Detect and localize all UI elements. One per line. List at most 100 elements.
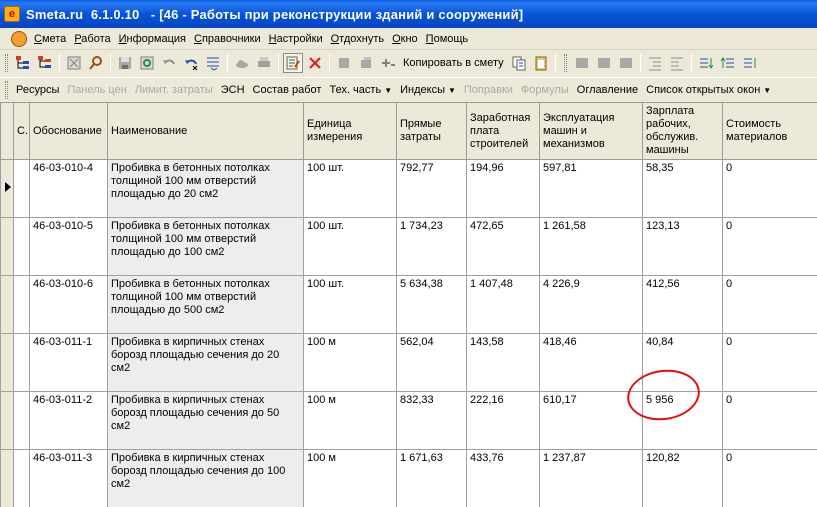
delete-icon[interactable] (305, 53, 325, 73)
cell-name[interactable]: Пробивка в кирпичных стенах борозд площа… (107, 449, 304, 507)
cell-wages[interactable]: 222,16 (466, 391, 540, 450)
tech-part-dropdown[interactable]: Тех. часть ▼ (325, 80, 396, 101)
cell-direct-costs[interactable]: 562,04 (396, 333, 467, 392)
cell-s[interactable] (13, 217, 30, 276)
cell-unit[interactable]: 100 м (303, 391, 397, 450)
paste-icon[interactable] (531, 53, 551, 73)
row-indicator[interactable] (0, 275, 14, 334)
cell-wages[interactable]: 1 407,48 (466, 275, 540, 334)
cell-basis[interactable]: 46-03-011-1 (29, 333, 108, 392)
menu-rabota[interactable]: Работа (70, 29, 114, 49)
corrections-button[interactable]: Поправки (460, 80, 517, 100)
cell-machines[interactable]: 597,81 (539, 159, 643, 218)
cell-direct-costs[interactable]: 792,77 (396, 159, 467, 218)
rates-grid[interactable]: С. Обоснование Наименование Единица изме… (0, 102, 817, 507)
cell-direct-costs[interactable]: 5 634,38 (396, 275, 467, 334)
cell-wages[interactable]: 143,58 (466, 333, 540, 392)
menu-spravochniki[interactable]: Справочники (190, 29, 265, 49)
column-header-direct-costs[interactable]: Прямые затраты (396, 102, 467, 160)
menu-pomosch[interactable]: Помощь (422, 29, 473, 49)
cell-materials[interactable]: 0 (722, 449, 817, 507)
row-indicator[interactable] (0, 449, 14, 507)
cell-s[interactable] (13, 449, 30, 507)
cell-machines[interactable]: 418,46 (539, 333, 643, 392)
menu-nastroyki[interactable]: Настройки (265, 29, 327, 49)
cell-unit[interactable]: 100 шт. (303, 159, 397, 218)
cell-unit[interactable]: 100 шт. (303, 275, 397, 334)
table-row[interactable]: 46-03-010-5 Пробивка в бетонных потолках … (0, 217, 817, 276)
menu-okno[interactable]: Окно (388, 29, 422, 49)
cell-materials[interactable]: 0 (722, 159, 817, 218)
copy-to-estimate-button[interactable]: Копировать в смету (399, 53, 508, 73)
cell-machine-wages[interactable]: 123,13 (642, 217, 723, 276)
app-logo-icon[interactable]: e (4, 6, 20, 22)
cell-basis[interactable]: 46-03-010-5 (29, 217, 108, 276)
table-row[interactable]: 46-03-011-3 Пробивка в кирпичных стенах б… (0, 449, 817, 507)
list-arrow-icon[interactable] (203, 53, 223, 73)
esn-button[interactable]: ЭСН (217, 80, 249, 100)
row-indicator[interactable] (0, 391, 14, 450)
table-row[interactable]: 46-03-011-2 Пробивка в кирпичных стенах б… (0, 391, 817, 450)
cell-machines[interactable]: 4 226,9 (539, 275, 643, 334)
layout-3-icon[interactable] (616, 53, 636, 73)
tree-expand-icon[interactable] (35, 53, 55, 73)
cell-machine-wages[interactable]: 412,56 (642, 275, 723, 334)
cell-direct-costs[interactable]: 1 671,63 (396, 449, 467, 507)
undo-cancel-icon[interactable] (181, 53, 201, 73)
cell-basis[interactable]: 46-03-010-4 (29, 159, 108, 218)
cell-basis[interactable]: 46-03-010-6 (29, 275, 108, 334)
cell-s[interactable] (13, 391, 30, 450)
close-doc-icon[interactable] (64, 53, 84, 73)
menu-informatsiya[interactable]: Информация (115, 29, 190, 49)
document-icon[interactable] (11, 30, 27, 47)
resources-button[interactable]: Ресурсы (12, 80, 63, 100)
cell-machine-wages[interactable]: 5 956 (642, 391, 723, 450)
printer-icon[interactable] (254, 53, 274, 73)
cell-unit[interactable]: 100 шт. (303, 217, 397, 276)
copy-icon[interactable] (509, 53, 529, 73)
cell-direct-costs[interactable]: 832,33 (396, 391, 467, 450)
cell-name[interactable]: Пробивка в бетонных потолках толщиной 10… (107, 159, 304, 218)
cell-s[interactable] (13, 159, 30, 218)
limit-costs-button[interactable]: Лимит. затраты (131, 80, 217, 100)
menu-smeta[interactable]: Смета (30, 29, 70, 49)
column-header-basis[interactable]: Обоснование (29, 102, 108, 160)
column-header-machines[interactable]: Эксплуатация машин и механизмов (539, 102, 643, 160)
column-header-name[interactable]: Наименование (107, 102, 304, 160)
cell-machines[interactable]: 1 261,58 (539, 217, 643, 276)
cloud-icon[interactable] (232, 53, 252, 73)
cell-machine-wages[interactable]: 120,82 (642, 449, 723, 507)
tree-icon[interactable] (13, 53, 33, 73)
cell-machine-wages[interactable]: 40,84 (642, 333, 723, 392)
cell-name[interactable]: Пробивка в бетонных потолках толщиной 10… (107, 275, 304, 334)
cell-unit[interactable]: 100 м (303, 333, 397, 392)
row-indicator[interactable] (0, 217, 14, 276)
cell-name[interactable]: Пробивка в кирпичных стенах борозд площа… (107, 391, 304, 450)
undo-icon[interactable] (159, 53, 179, 73)
cell-wages[interactable]: 194,96 (466, 159, 540, 218)
work-composition-button[interactable]: Состав работ (249, 80, 326, 100)
toolbar-grip[interactable] (5, 81, 8, 99)
column-header-unit[interactable]: Единица измерения (303, 102, 397, 160)
move-down-icon[interactable] (696, 53, 716, 73)
cell-direct-costs[interactable]: 1 734,23 (396, 217, 467, 276)
cell-materials[interactable]: 0 (722, 391, 817, 450)
plus-minus-icon[interactable] (378, 53, 398, 73)
layout-2-icon[interactable] (594, 53, 614, 73)
toolbar-grip[interactable] (5, 54, 8, 72)
cell-machines[interactable]: 610,17 (539, 391, 643, 450)
open-windows-dropdown[interactable]: Список открытых окон ▼ (642, 80, 775, 101)
cell-s[interactable] (13, 275, 30, 334)
indent-icon[interactable] (645, 53, 665, 73)
menu-otdokhnut[interactable]: Отдохнуть (327, 29, 389, 49)
save-icon[interactable] (115, 53, 135, 73)
contents-button[interactable]: Оглавление (573, 80, 642, 100)
column-header-materials[interactable]: Стоимость материалов (722, 102, 817, 160)
price-panel-button[interactable]: Панель цен (63, 80, 130, 100)
column-header-s[interactable]: С. (13, 102, 30, 160)
insert-down-icon[interactable] (334, 53, 354, 73)
formulas-button[interactable]: Формулы (517, 80, 573, 100)
cell-wages[interactable]: 433,76 (466, 449, 540, 507)
outdent-icon[interactable] (667, 53, 687, 73)
cell-basis[interactable]: 46-03-011-3 (29, 449, 108, 507)
